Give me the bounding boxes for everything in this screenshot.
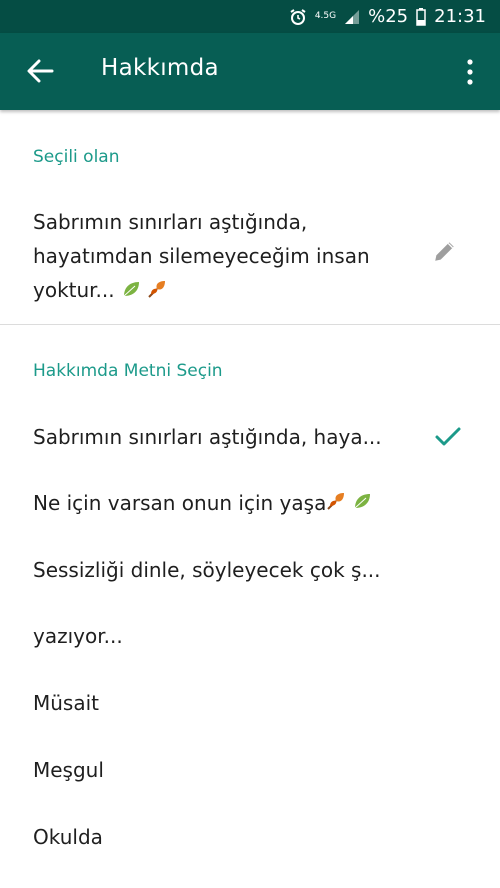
choose-about-label: Hakkımda Metni Seçin [33, 361, 223, 381]
list-item-text: Ne için varsan onun için yaşa [33, 491, 327, 515]
list-item[interactable]: Meşgul [0, 737, 500, 803]
battery-text: %25 [368, 6, 409, 27]
list-item[interactable]: yazıyor... [0, 603, 500, 669]
list-item[interactable]: Sabrımın sınırları aştığında, haya... [0, 404, 500, 470]
arrow-left-icon[interactable] [26, 59, 54, 83]
autumn-leaf-icon [147, 275, 167, 309]
alarm-icon [289, 8, 307, 26]
list-item-text: yazıyor... [33, 624, 123, 648]
section-divider [0, 324, 500, 325]
app-bar: Hakkımda [0, 33, 500, 110]
leaf-icon [121, 275, 141, 309]
more-vertical-icon[interactable] [458, 59, 482, 85]
current-about-value: Sabrımın sınırları aştığında, hayatımdan… [33, 210, 370, 302]
autumn-leaf-icon [326, 491, 346, 516]
leaf-icon [352, 491, 372, 516]
page-title: Hakkımda [101, 55, 219, 81]
list-item[interactable]: Ne için varsan onun için yaşa [0, 470, 500, 536]
current-about-label: Seçili olan [33, 147, 120, 167]
edit-icon[interactable] [432, 238, 458, 264]
list-item[interactable]: Okulda [0, 804, 500, 870]
list-item[interactable]: Sessizliği dinle, söyleyecek çok ş... [0, 537, 500, 603]
network-type: 4.5G [314, 11, 337, 21]
current-about-text[interactable]: Sabrımın sınırları aştığında, hayatımdan… [33, 205, 413, 309]
list-item-text: Sabrımın sınırları aştığında, haya... [33, 425, 382, 449]
status-bar: 4.5G %25 21:31 [0, 0, 500, 33]
list-item[interactable]: Müsait [0, 670, 500, 736]
list-item-text: Müsait [33, 691, 100, 715]
check-icon [434, 426, 462, 448]
battery-icon [416, 7, 426, 26]
signal-icon [344, 9, 360, 25]
list-item-text: Okulda [33, 825, 103, 849]
list-item-text: Meşgul [33, 758, 104, 782]
list-item-text: Sessizliği dinle, söyleyecek çok ş... [33, 558, 381, 582]
clock: 21:31 [434, 6, 486, 27]
